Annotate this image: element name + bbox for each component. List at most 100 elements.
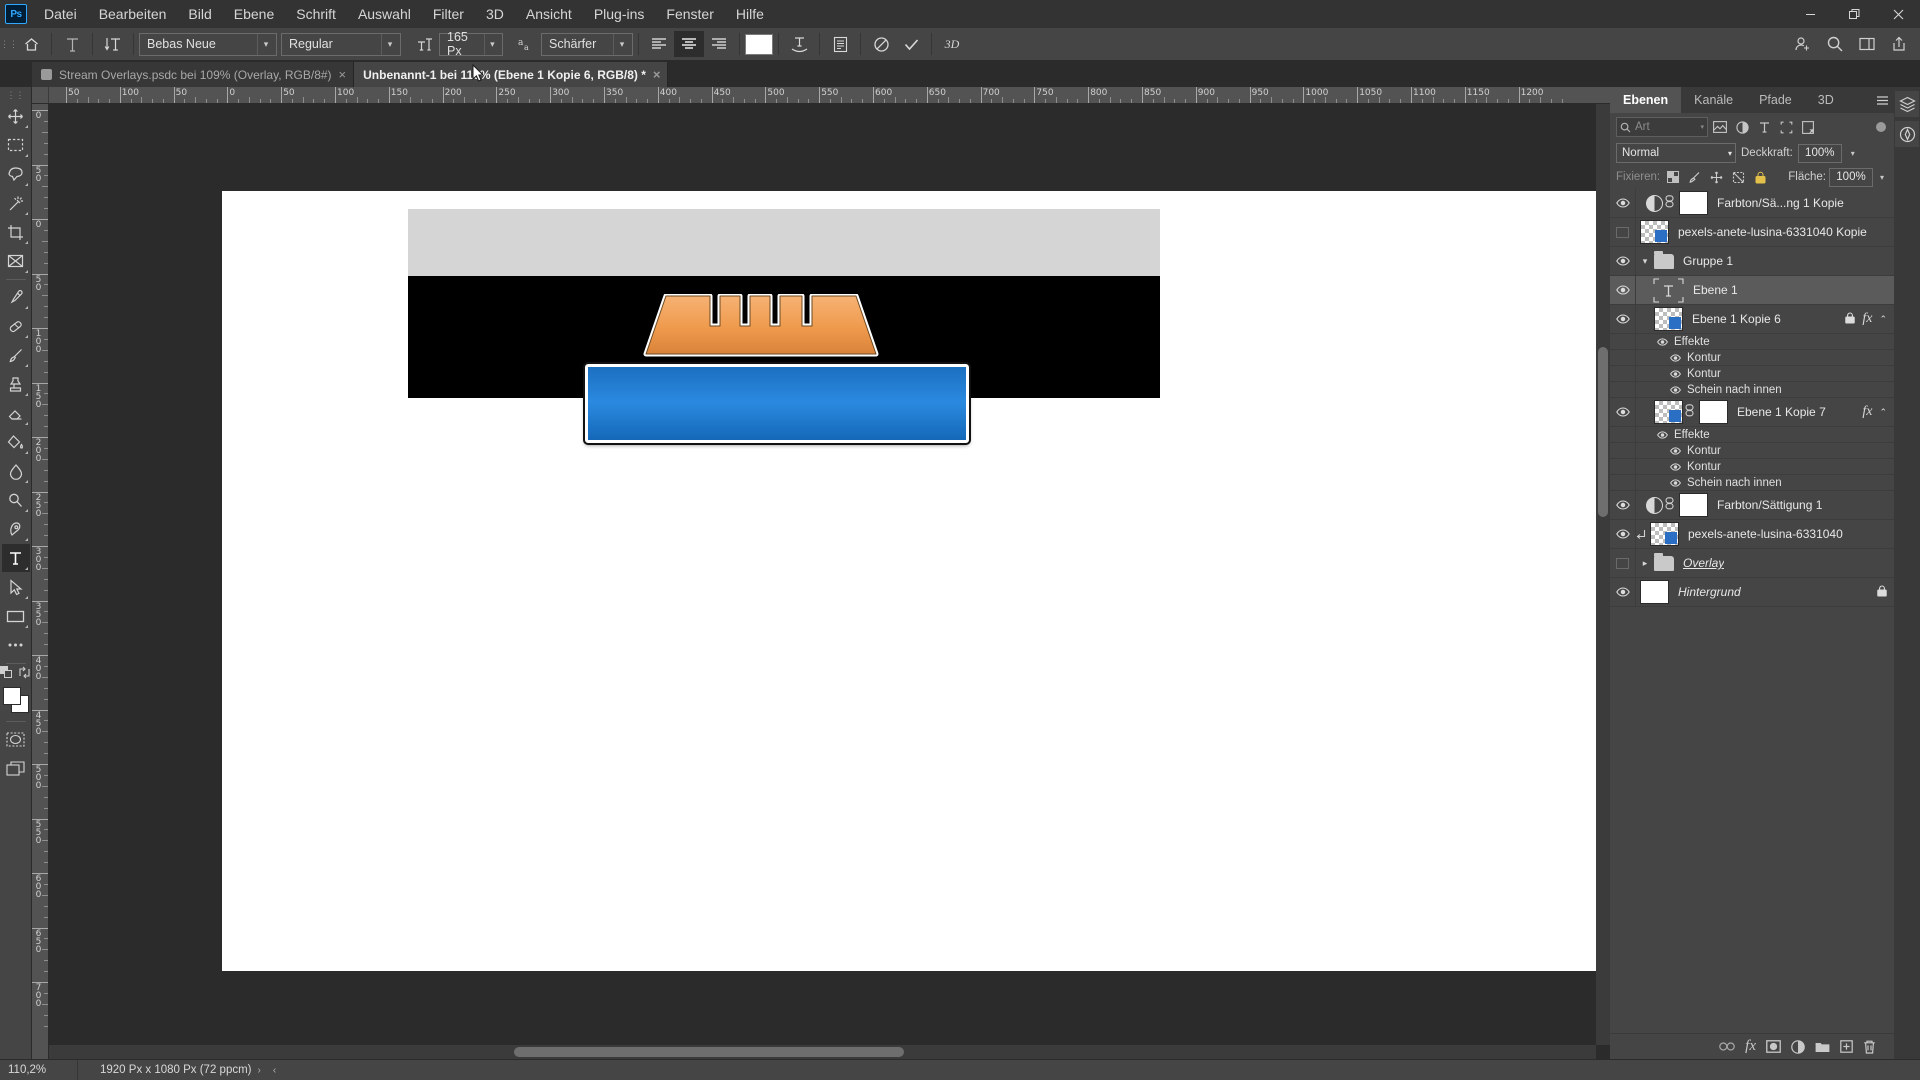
commit-icon[interactable] [896,31,926,57]
effect-visibility-toggle[interactable] [1669,385,1682,394]
workspace-icon[interactable] [1852,31,1882,57]
link-icon[interactable] [1664,497,1674,510]
paint-bucket-tool[interactable] [2,428,30,456]
font-style-dropdown[interactable]: Regular ▾ [281,32,401,56]
foreground-color-swatch[interactable] [2,687,21,705]
chevron-down-icon[interactable]: ▾ [1876,173,1888,182]
layer-thumbnail[interactable] [1654,400,1683,424]
screen-mode-icon[interactable] [2,754,30,782]
restore-button[interactable] [1832,0,1876,28]
layers-rail-icon[interactable] [1895,91,1919,117]
minimize-button[interactable] [1788,0,1832,28]
scrollbar-thumb[interactable] [514,1047,904,1057]
close-icon[interactable]: × [653,68,661,81]
horizontal-type-tool[interactable] [1,544,30,572]
panel-menu-icon[interactable] [1870,87,1894,113]
fill-value[interactable]: 100% [1829,167,1873,187]
eye-icon[interactable] [1615,407,1630,417]
layer-row[interactable]: Ebene 1 Kopie 6 fx ⌃ [1610,305,1894,334]
layer-visibility-toggle[interactable] [1610,305,1636,333]
canvas-horizontal-scrollbar[interactable] [49,1045,1596,1059]
effect-visibility-toggle[interactable] [1669,462,1682,471]
eye-icon[interactable] [1657,430,1668,439]
menu-filter[interactable]: Filter [422,2,475,26]
share-export-icon[interactable] [1884,31,1914,57]
cancel-icon[interactable] [866,31,896,57]
menu-ebene[interactable]: Ebene [223,2,285,26]
font-size-dropdown[interactable]: 165 Px ▾ [439,30,503,58]
layer-visibility-toggle[interactable] [1610,276,1636,304]
layer-effect-item[interactable]: Schein nach innen [1610,382,1894,398]
effect-visibility-toggle[interactable] [1669,353,1682,362]
default-colors-icon[interactable] [0,666,13,684]
lasso-tool[interactable] [2,160,30,188]
layer-visibility-toggle[interactable] [1610,218,1636,246]
swap-colors-icon[interactable] [18,666,31,684]
home-icon[interactable] [16,31,46,57]
dodge-tool[interactable] [2,486,30,514]
chevron-down-icon[interactable]: ▾ [613,33,630,55]
zoom-level[interactable]: 110,2% [0,1060,78,1080]
new-group-icon[interactable] [1815,1041,1830,1053]
ruler-corner[interactable] [32,87,49,103]
link-icon[interactable] [1684,404,1694,417]
layer-effect-item[interactable]: Kontur [1610,350,1894,366]
chevron-up-icon[interactable]: ⌃ [1879,314,1887,325]
layer-thumbnail[interactable] [1654,307,1683,331]
character-paragraph-panel-icon[interactable] [825,31,855,57]
chevron-down-icon[interactable]: ▾ [483,33,500,55]
scrollbar-thumb[interactable] [1598,347,1608,517]
eye-icon[interactable] [1657,337,1668,346]
options-bar-grip[interactable]: ⋮⋮ [0,28,18,61]
chevron-down-icon[interactable]: ▾ [1638,256,1652,267]
status-prev-arrow[interactable]: ‹ [267,1065,282,1076]
document-tab-unbenannt-1[interactable]: Unbenannt-1 bei 110% (Ebene 1 Kopie 6, R… [354,62,669,87]
search-icon[interactable] [1820,31,1850,57]
more-tools-icon[interactable] [2,631,30,659]
libraries-rail-icon[interactable] [1895,121,1919,147]
layer-effects-header[interactable]: Effekte [1610,427,1894,443]
rectangular-marquee-tool[interactable] [2,131,30,159]
type-tool-icon[interactable] [57,31,87,57]
menu-3d[interactable]: 3D [475,2,515,26]
align-center-icon[interactable] [674,31,704,57]
chevron-down-icon[interactable]: ▾ [1728,149,1735,158]
eye-icon[interactable] [1615,285,1630,295]
add-layer-mask-icon[interactable] [1766,1040,1781,1053]
effect-visibility-toggle[interactable] [1669,369,1682,378]
layer-row[interactable]: pexels-anete-lusina-6331040 Kopie [1610,218,1894,247]
menu-bearbeiten[interactable]: Bearbeiten [88,2,178,26]
3d-mode-icon[interactable]: 3D [937,31,967,57]
lock-artboard-nesting-icon[interactable] [1729,168,1748,187]
eye-icon[interactable] [1670,369,1681,378]
effects-visibility-toggle[interactable] [1656,430,1669,439]
eye-icon[interactable] [1615,500,1630,510]
move-tool[interactable] [2,102,30,130]
eyedropper-tool[interactable] [2,283,30,311]
filter-toggle[interactable] [1876,122,1886,132]
layer-effect-item[interactable]: Kontur [1610,459,1894,475]
layer-thumbnail[interactable] [1653,277,1684,303]
crop-tool[interactable] [2,218,30,246]
layer-visibility-toggle[interactable] [1610,189,1636,217]
eye-icon[interactable] [1670,462,1681,471]
chevron-right-icon[interactable]: ▸ [1638,558,1652,569]
effect-visibility-toggle[interactable] [1669,478,1682,487]
canvas-vertical-scrollbar[interactable] [1596,104,1610,1045]
align-right-icon[interactable] [704,31,734,57]
lock-transparent-pixels-icon[interactable] [1663,168,1682,187]
eraser-tool[interactable] [2,399,30,427]
lock-all-icon[interactable] [1751,168,1770,187]
layer-group-row[interactable]: ▸ Overlay [1610,549,1894,578]
close-button[interactable] [1876,0,1920,28]
layer-visibility-toggle[interactable] [1610,491,1636,519]
eye-icon[interactable] [1670,478,1681,487]
chevron-up-icon[interactable]: ⌃ [1879,407,1887,418]
layer-row[interactable]: Ebene 1 [1610,276,1894,305]
blur-tool[interactable] [2,457,30,485]
tab-pfade[interactable]: Pfade [1746,87,1805,113]
toolbar-grip[interactable]: ⋮⋮ [7,89,25,102]
filter-smartobject-icon[interactable] [1798,117,1818,137]
chevron-down-icon[interactable]: ▾ [381,33,398,55]
layer-style-fx-icon[interactable]: fx [1745,1038,1756,1055]
